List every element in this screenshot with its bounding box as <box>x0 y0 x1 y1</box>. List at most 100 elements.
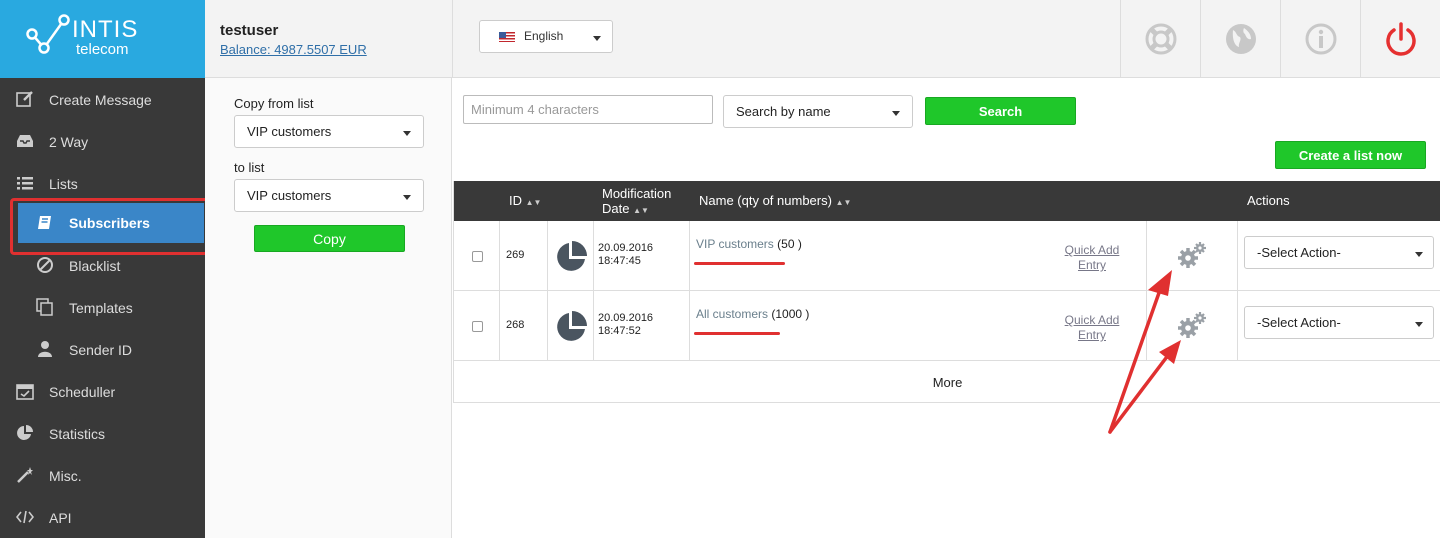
power-icon <box>1385 22 1416 56</box>
subscribers-highlight <box>10 198 210 255</box>
chevron-down-icon <box>593 36 601 41</box>
sidebar-item-label: Scheduller <box>49 384 116 400</box>
sidebar-item-templates[interactable]: Templates <box>0 287 205 329</box>
divider <box>452 0 453 78</box>
sort-icon: ▲▼ <box>525 198 542 207</box>
chevron-down-icon <box>892 111 900 116</box>
sidebar-item-label: Blacklist <box>69 258 121 274</box>
name-underline-annotation <box>694 332 780 335</box>
sidebar-item-api[interactable]: API <box>0 497 205 539</box>
brand-subname: telecom <box>76 41 129 58</box>
row-qty: (50 ) <box>777 237 802 251</box>
user-icon <box>38 341 52 357</box>
row-checkbox[interactable] <box>472 251 483 262</box>
chevron-down-icon <box>1415 322 1423 327</box>
logo-icon <box>26 14 70 54</box>
copy-from-label: Copy from list <box>234 96 314 111</box>
sidebar-item-misc[interactable]: Misc. <box>0 455 205 497</box>
lists-table: ID ▲▼ Modification Date ▲▼ Name (qty of … <box>453 181 1440 403</box>
sidebar-item-label: API <box>49 510 72 526</box>
sidebar-item-scheduller[interactable]: Scheduller <box>0 371 205 413</box>
more-button[interactable]: More <box>454 361 1440 403</box>
row-time-value: 18:47:45 <box>598 255 641 267</box>
us-flag-icon <box>499 32 515 42</box>
pie-chart-icon[interactable] <box>554 240 588 274</box>
row-date-value: 20.09.2016 <box>598 312 654 324</box>
brand-logo[interactable]: INTIS telecom <box>0 0 205 78</box>
sidebar-item-2-way[interactable]: 2 Way <box>0 121 205 163</box>
globe-icon <box>1225 24 1256 54</box>
sidebar-item-statistics[interactable]: Statistics <box>0 413 205 455</box>
sort-icon: ▲▼ <box>633 206 649 215</box>
info-button[interactable] <box>1280 0 1360 78</box>
sidebar-item-sender-id[interactable]: Sender ID <box>0 329 205 371</box>
chevron-down-icon <box>403 131 411 136</box>
support-button[interactable] <box>1120 0 1200 78</box>
row-action-value: -Select Action- <box>1257 245 1341 260</box>
sidebar-item-label: Lists <box>49 176 78 192</box>
create-list-button[interactable]: Create a list now <box>1275 141 1426 169</box>
quick-add-label-2: Entry <box>1077 258 1106 272</box>
region-button[interactable] <box>1200 0 1280 78</box>
row-action-select[interactable]: -Select Action- <box>1244 236 1434 269</box>
pie-chart-icon[interactable] <box>554 310 588 344</box>
row-qty: (1000 ) <box>771 307 810 321</box>
brand-name: INTIS <box>72 16 139 43</box>
header-date-label-1: Modification <box>602 186 672 201</box>
balance-link[interactable]: Balance: 4987.5507 EUR <box>220 42 367 57</box>
list-name-link[interactable]: VIP customers <box>696 237 774 251</box>
header-actions: Actions <box>1247 193 1290 208</box>
sidebar-item-label: Misc. <box>49 468 82 484</box>
header-id[interactable]: ID ▲▼ <box>509 193 541 208</box>
lifebuoy-icon <box>1145 23 1176 55</box>
header-name-label: Name (qty of numbers) <box>699 193 832 208</box>
copy-button[interactable]: Copy <box>254 225 405 252</box>
wand-icon <box>17 467 33 483</box>
chevron-down-icon <box>403 195 411 200</box>
logout-button[interactable] <box>1360 0 1440 78</box>
pencil-icon <box>16 91 33 107</box>
list-icon <box>17 177 33 190</box>
top-bar: testuser Balance: 4987.5507 EUR English <box>205 0 1440 78</box>
table-row: 269 20.09.2016 18:47:45 VIP customers (50… <box>454 221 1440 291</box>
copy-from-select[interactable]: VIP customers <box>234 115 424 148</box>
row-name: All customers (1000 ) <box>696 307 809 321</box>
header-name[interactable]: Name (qty of numbers) ▲▼ <box>699 193 851 208</box>
calendar-icon <box>16 384 34 400</box>
language-select[interactable]: English <box>479 20 613 53</box>
to-list-label: to list <box>234 160 265 175</box>
header-date-label-2: Date <box>602 201 630 216</box>
row-date: 20.09.2016 18:47:52 <box>598 312 653 338</box>
sidebar-item-create-message[interactable]: Create Message <box>0 79 205 121</box>
quick-add-label-1: Quick Add <box>1064 313 1120 327</box>
quick-add-entry-link[interactable]: Quick Add Entry <box>1052 313 1132 343</box>
search-button[interactable]: Search <box>925 97 1076 125</box>
row-time-value: 18:47:52 <box>598 325 641 337</box>
pie-icon <box>17 425 33 440</box>
list-name-link[interactable]: All customers <box>696 307 768 321</box>
sidebar-item-label: Sender ID <box>69 342 133 358</box>
username: testuser <box>220 22 279 39</box>
row-action-value: -Select Action- <box>1257 315 1341 330</box>
gears-icon[interactable] <box>1177 311 1207 341</box>
search-by-value: Search by name <box>736 104 831 119</box>
header-date[interactable]: Modification Date ▲▼ <box>602 186 671 218</box>
row-checkbox[interactable] <box>472 321 483 332</box>
search-by-select[interactable]: Search by name <box>723 95 913 128</box>
info-icon <box>1305 23 1336 55</box>
row-action-select[interactable]: -Select Action- <box>1244 306 1434 339</box>
row-id: 269 <box>506 249 525 261</box>
copy-from-value: VIP customers <box>247 124 332 139</box>
chevron-down-icon <box>1415 252 1423 257</box>
code-icon <box>16 510 34 524</box>
name-underline-annotation <box>694 262 785 265</box>
language-value: English <box>524 29 564 43</box>
search-input[interactable] <box>463 95 713 124</box>
table-row: 268 20.09.2016 18:47:52 All customers (10… <box>454 291 1440 361</box>
quick-add-entry-link[interactable]: Quick Add Entry <box>1052 243 1132 273</box>
gears-icon[interactable] <box>1177 241 1207 271</box>
quick-add-label-1: Quick Add <box>1064 243 1120 257</box>
row-name: VIP customers (50 ) <box>696 237 802 251</box>
sidebar-item-label: Statistics <box>49 426 106 442</box>
copy-to-select[interactable]: VIP customers <box>234 179 424 212</box>
